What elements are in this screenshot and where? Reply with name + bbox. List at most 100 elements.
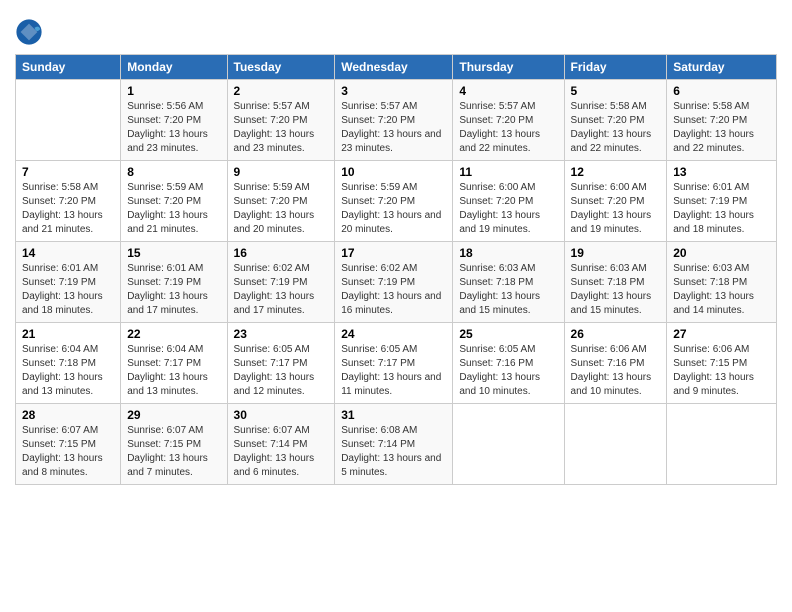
calendar-cell: 6 Sunrise: 5:58 AM Sunset: 7:20 PM Daylig… <box>667 80 777 161</box>
calendar-cell: 9 Sunrise: 5:59 AM Sunset: 7:20 PM Daylig… <box>227 161 335 242</box>
day-number: 14 <box>22 246 114 260</box>
day-info: Sunrise: 5:57 AM Sunset: 7:20 PM Dayligh… <box>341 100 446 156</box>
day-number: 7 <box>22 165 114 179</box>
day-number: 25 <box>459 327 557 341</box>
day-number: 24 <box>341 327 446 341</box>
header-day-saturday: Saturday <box>667 55 777 80</box>
day-number: 19 <box>571 246 661 260</box>
day-number: 13 <box>673 165 770 179</box>
day-number: 23 <box>234 327 329 341</box>
day-info: Sunrise: 6:05 AM Sunset: 7:17 PM Dayligh… <box>341 343 446 399</box>
calendar-cell: 27 Sunrise: 6:06 AM Sunset: 7:15 PM Dayli… <box>667 323 777 404</box>
day-info: Sunrise: 5:57 AM Sunset: 7:20 PM Dayligh… <box>459 100 557 156</box>
day-number: 3 <box>341 84 446 98</box>
day-number: 26 <box>571 327 661 341</box>
day-number: 9 <box>234 165 329 179</box>
day-info: Sunrise: 6:03 AM Sunset: 7:18 PM Dayligh… <box>673 262 770 318</box>
day-number: 16 <box>234 246 329 260</box>
logo-icon <box>15 18 43 46</box>
calendar-week-row: 28 Sunrise: 6:07 AM Sunset: 7:15 PM Dayli… <box>16 404 777 485</box>
day-info: Sunrise: 6:02 AM Sunset: 7:19 PM Dayligh… <box>341 262 446 318</box>
day-info: Sunrise: 6:00 AM Sunset: 7:20 PM Dayligh… <box>459 181 557 237</box>
day-info: Sunrise: 5:56 AM Sunset: 7:20 PM Dayligh… <box>127 100 220 156</box>
day-info: Sunrise: 5:58 AM Sunset: 7:20 PM Dayligh… <box>673 100 770 156</box>
calendar-week-row: 14 Sunrise: 6:01 AM Sunset: 7:19 PM Dayli… <box>16 242 777 323</box>
calendar-cell: 11 Sunrise: 6:00 AM Sunset: 7:20 PM Dayli… <box>453 161 564 242</box>
calendar-cell: 30Sunrise: 6:07 AM Sunset: 7:14 PM Dayli… <box>227 404 335 485</box>
header-day-monday: Monday <box>121 55 227 80</box>
calendar-table: SundayMondayTuesdayWednesdayThursdayFrid… <box>15 54 777 485</box>
calendar-cell: 7 Sunrise: 5:58 AM Sunset: 7:20 PM Daylig… <box>16 161 121 242</box>
calendar-cell: 12Sunrise: 6:00 AM Sunset: 7:20 PM Dayli… <box>564 161 667 242</box>
day-info: Sunrise: 5:59 AM Sunset: 7:20 PM Dayligh… <box>341 181 446 237</box>
day-info: Sunrise: 6:01 AM Sunset: 7:19 PM Dayligh… <box>673 181 770 237</box>
day-number: 30 <box>234 408 329 422</box>
day-info: Sunrise: 6:08 AM Sunset: 7:14 PM Dayligh… <box>341 424 446 480</box>
logo <box>15 18 47 46</box>
day-info: Sunrise: 6:07 AM Sunset: 7:15 PM Dayligh… <box>22 424 114 480</box>
calendar-cell: 23 Sunrise: 6:05 AM Sunset: 7:17 PM Dayli… <box>227 323 335 404</box>
day-info: Sunrise: 6:04 AM Sunset: 7:18 PM Dayligh… <box>22 343 114 399</box>
day-info: Sunrise: 6:03 AM Sunset: 7:18 PM Dayligh… <box>571 262 661 318</box>
day-info: Sunrise: 6:00 AM Sunset: 7:20 PM Dayligh… <box>571 181 661 237</box>
calendar-cell: 10Sunrise: 5:59 AM Sunset: 7:20 PM Dayli… <box>335 161 453 242</box>
day-number: 27 <box>673 327 770 341</box>
calendar-cell: 26 Sunrise: 6:06 AM Sunset: 7:16 PM Dayli… <box>564 323 667 404</box>
day-number: 11 <box>459 165 557 179</box>
day-info: Sunrise: 6:04 AM Sunset: 7:17 PM Dayligh… <box>127 343 220 399</box>
header-day-tuesday: Tuesday <box>227 55 335 80</box>
day-info: Sunrise: 6:02 AM Sunset: 7:19 PM Dayligh… <box>234 262 329 318</box>
day-info: Sunrise: 5:57 AM Sunset: 7:20 PM Dayligh… <box>234 100 329 156</box>
day-info: Sunrise: 5:59 AM Sunset: 7:20 PM Dayligh… <box>234 181 329 237</box>
day-info: Sunrise: 6:06 AM Sunset: 7:15 PM Dayligh… <box>673 343 770 399</box>
calendar-week-row: 7 Sunrise: 5:58 AM Sunset: 7:20 PM Daylig… <box>16 161 777 242</box>
calendar-cell: 14 Sunrise: 6:01 AM Sunset: 7:19 PM Dayli… <box>16 242 121 323</box>
calendar-cell: 13 Sunrise: 6:01 AM Sunset: 7:19 PM Dayli… <box>667 161 777 242</box>
day-number: 29 <box>127 408 220 422</box>
calendar-cell: 3 Sunrise: 5:57 AM Sunset: 7:20 PM Daylig… <box>335 80 453 161</box>
day-info: Sunrise: 6:05 AM Sunset: 7:17 PM Dayligh… <box>234 343 329 399</box>
calendar-cell: 5 Sunrise: 5:58 AM Sunset: 7:20 PM Daylig… <box>564 80 667 161</box>
day-number: 8 <box>127 165 220 179</box>
page-header <box>15 10 777 46</box>
day-info: Sunrise: 5:58 AM Sunset: 7:20 PM Dayligh… <box>571 100 661 156</box>
header-day-thursday: Thursday <box>453 55 564 80</box>
calendar-cell: 29 Sunrise: 6:07 AM Sunset: 7:15 PM Dayli… <box>121 404 227 485</box>
day-info: Sunrise: 6:03 AM Sunset: 7:18 PM Dayligh… <box>459 262 557 318</box>
header-day-friday: Friday <box>564 55 667 80</box>
day-number: 22 <box>127 327 220 341</box>
calendar-cell <box>453 404 564 485</box>
calendar-cell: 20 Sunrise: 6:03 AM Sunset: 7:18 PM Dayli… <box>667 242 777 323</box>
calendar-cell: 21 Sunrise: 6:04 AM Sunset: 7:18 PM Dayli… <box>16 323 121 404</box>
calendar-cell: 8 Sunrise: 5:59 AM Sunset: 7:20 PM Daylig… <box>121 161 227 242</box>
calendar-cell <box>564 404 667 485</box>
day-number: 2 <box>234 84 329 98</box>
calendar-header-row: SundayMondayTuesdayWednesdayThursdayFrid… <box>16 55 777 80</box>
day-info: Sunrise: 6:06 AM Sunset: 7:16 PM Dayligh… <box>571 343 661 399</box>
day-info: Sunrise: 5:58 AM Sunset: 7:20 PM Dayligh… <box>22 181 114 237</box>
day-number: 31 <box>341 408 446 422</box>
day-number: 15 <box>127 246 220 260</box>
calendar-cell <box>16 80 121 161</box>
day-number: 1 <box>127 84 220 98</box>
calendar-cell: 17Sunrise: 6:02 AM Sunset: 7:19 PM Dayli… <box>335 242 453 323</box>
calendar-cell: 28 Sunrise: 6:07 AM Sunset: 7:15 PM Dayli… <box>16 404 121 485</box>
day-info: Sunrise: 6:07 AM Sunset: 7:15 PM Dayligh… <box>127 424 220 480</box>
day-number: 21 <box>22 327 114 341</box>
calendar-week-row: 1 Sunrise: 5:56 AM Sunset: 7:20 PM Daylig… <box>16 80 777 161</box>
calendar-cell: 25 Sunrise: 6:05 AM Sunset: 7:16 PM Dayli… <box>453 323 564 404</box>
header-day-sunday: Sunday <box>16 55 121 80</box>
calendar-cell: 15 Sunrise: 6:01 AM Sunset: 7:19 PM Dayli… <box>121 242 227 323</box>
day-info: Sunrise: 5:59 AM Sunset: 7:20 PM Dayligh… <box>127 181 220 237</box>
day-number: 28 <box>22 408 114 422</box>
day-number: 5 <box>571 84 661 98</box>
day-info: Sunrise: 6:05 AM Sunset: 7:16 PM Dayligh… <box>459 343 557 399</box>
header-day-wednesday: Wednesday <box>335 55 453 80</box>
day-number: 20 <box>673 246 770 260</box>
calendar-cell: 1 Sunrise: 5:56 AM Sunset: 7:20 PM Daylig… <box>121 80 227 161</box>
calendar-cell: 22 Sunrise: 6:04 AM Sunset: 7:17 PM Dayli… <box>121 323 227 404</box>
day-info: Sunrise: 6:01 AM Sunset: 7:19 PM Dayligh… <box>22 262 114 318</box>
calendar-cell: 16 Sunrise: 6:02 AM Sunset: 7:19 PM Dayli… <box>227 242 335 323</box>
day-info: Sunrise: 6:01 AM Sunset: 7:19 PM Dayligh… <box>127 262 220 318</box>
day-number: 6 <box>673 84 770 98</box>
